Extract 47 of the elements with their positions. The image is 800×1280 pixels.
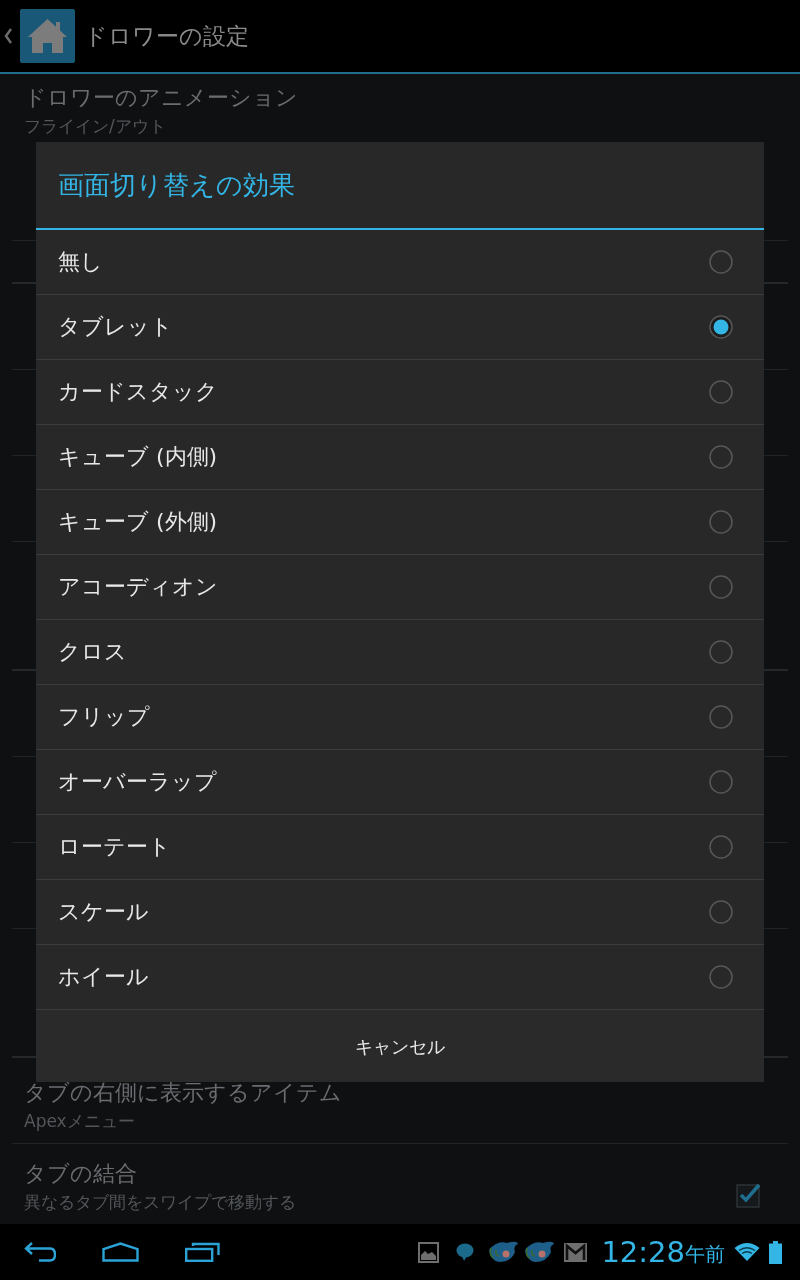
setting-title: タブの結合	[24, 1160, 138, 1188]
option-label: スケール	[58, 898, 149, 926]
radio-button[interactable]	[709, 510, 733, 534]
back-icon[interactable]	[24, 1242, 56, 1262]
option-label: ホイール	[58, 963, 149, 991]
option-label: アコーディオン	[58, 573, 218, 601]
screen-title: ドロワーの設定	[84, 22, 249, 51]
wing-flower-icon	[487, 1240, 520, 1264]
wing-flower-icon	[523, 1240, 556, 1264]
radio-button[interactable]	[709, 380, 733, 404]
option-label: キューブ (外側)	[58, 508, 218, 536]
home-icon[interactable]	[102, 1242, 139, 1262]
option-label: カードスタック	[58, 378, 218, 406]
option-label: ローテート	[58, 833, 171, 861]
radio-button[interactable]	[709, 965, 733, 989]
setting-summary: フライイン/アウト	[24, 115, 167, 138]
radio-button[interactable]	[709, 770, 733, 794]
option-label: タブレット	[58, 313, 173, 341]
radio-button[interactable]	[709, 705, 733, 729]
radio-button[interactable]	[709, 640, 733, 664]
option-label: 無し	[58, 248, 103, 276]
dialog-title: 画面切り替えの効果	[58, 169, 295, 202]
mail-icon	[564, 1242, 588, 1262]
option-label: オーバーラップ	[58, 768, 217, 796]
option-label: フリップ	[58, 703, 150, 731]
setting-title: ドロワーのアニメーション	[24, 84, 298, 112]
battery-icon	[769, 1240, 782, 1264]
setting-summary: 異なるタブ間をスワイプで移動する	[24, 1191, 296, 1214]
house-icon	[20, 9, 75, 63]
image-icon	[418, 1241, 440, 1263]
checkbox[interactable]	[736, 1181, 762, 1208]
chat-bubble-icon	[456, 1243, 475, 1261]
radio-button[interactable]	[709, 835, 733, 859]
radio-button[interactable]	[709, 900, 733, 924]
option-label: キューブ (内側)	[58, 443, 218, 471]
radio-button[interactable]	[709, 250, 733, 274]
wifi-icon	[734, 1242, 760, 1262]
clock-time: 12:28	[601, 1235, 685, 1269]
setting-title: タブの右側に表示するアイテム	[24, 1079, 342, 1107]
recent-apps-icon[interactable]	[185, 1242, 220, 1262]
option-label: クロス	[58, 638, 127, 666]
radio-button[interactable]	[709, 445, 733, 469]
chevron-icon	[4, 28, 12, 44]
clock-period: 午前	[685, 1240, 725, 1268]
radio-button[interactable]	[709, 575, 733, 599]
radio-button[interactable]	[709, 315, 733, 339]
setting-summary: Apexメニュー	[24, 1110, 136, 1133]
